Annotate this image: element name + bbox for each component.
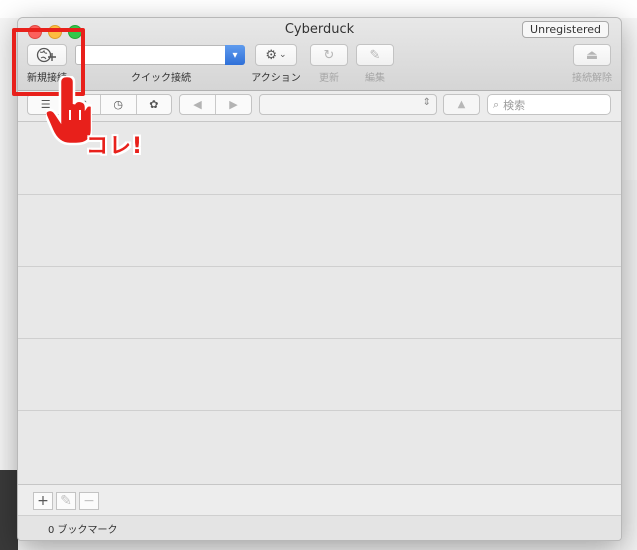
row-divider [18, 410, 621, 411]
plus-icon: + [37, 493, 49, 509]
row-divider [18, 266, 621, 267]
cyberduck-window: Cyberduck Unregistered 新規接続 ▾ クイック接続 ⚙ ⌄ … [17, 17, 622, 541]
status-bar: 0 ブックマーク [18, 515, 621, 540]
gear-icon: ⚙ [265, 47, 278, 63]
edit-bookmark-button[interactable]: ✎ [56, 492, 76, 510]
parent-directory-button[interactable]: ▲ [443, 94, 480, 115]
up-arrow-icon: ▲ [457, 99, 466, 110]
back-arrow-icon: ◀ [193, 98, 202, 111]
pencil-icon: ✎ [369, 47, 381, 63]
disconnect-button[interactable]: ⏏ [573, 44, 611, 66]
chevron-down-icon: ▾ [232, 49, 238, 61]
back-button[interactable]: ◀ [180, 95, 216, 114]
row-divider [18, 194, 621, 195]
bookmark-count: 0 ブックマーク [48, 525, 118, 536]
history-view-button[interactable]: ◷ [101, 95, 137, 114]
background-strip [0, 470, 18, 550]
refresh-button[interactable]: ↻ [310, 44, 348, 66]
bookmark-list[interactable] [18, 122, 621, 484]
clock-icon: ◷ [113, 98, 123, 111]
add-bookmark-button[interactable]: + [33, 492, 53, 510]
chevron-down-icon: ⌄ [279, 50, 287, 60]
search-placeholder: 検索 [503, 98, 526, 112]
row-divider [18, 338, 621, 339]
path-select[interactable]: ⇕ [259, 94, 437, 115]
updown-chevron-icon: ⇕ [422, 97, 431, 108]
refresh-icon: ↻ [323, 47, 335, 63]
background-strip-right [620, 180, 637, 550]
edit-label: 編集 [365, 73, 385, 84]
forward-arrow-icon: ▶ [229, 98, 238, 111]
delete-bookmark-button[interactable]: − [79, 492, 99, 510]
minus-icon: − [83, 493, 95, 509]
disconnect-label: 接続解除 [572, 73, 612, 84]
titlebar: Cyberduck Unregistered 新規接続 ▾ クイック接続 ⚙ ⌄ … [18, 18, 621, 91]
back-forward-control: ◀ ▶ [179, 94, 252, 115]
eject-icon: ⏏ [585, 47, 599, 63]
bonjour-icon: ✿ [149, 98, 159, 111]
forward-button[interactable]: ▶ [216, 95, 251, 114]
quick-connect-label: クイック接続 [131, 73, 191, 84]
action-button[interactable]: ⚙ ⌄ [255, 44, 297, 66]
search-field[interactable]: ⌕ 検索 [487, 94, 611, 115]
callout-label: コレ! [86, 134, 144, 159]
quick-connect-dropdown[interactable]: ▾ [225, 45, 245, 65]
search-icon: ⌕ [493, 97, 500, 111]
edit-button[interactable]: ✎ [356, 44, 394, 66]
unregistered-badge[interactable]: Unregistered [522, 21, 609, 38]
refresh-label: 更新 [319, 73, 339, 84]
bookmark-actions-bar: + ✎ − [18, 484, 621, 515]
quick-connect-input[interactable] [75, 45, 245, 65]
bonjour-view-button[interactable]: ✿ [137, 95, 171, 114]
pencil-icon: ✎ [60, 493, 72, 509]
action-label: アクション [251, 73, 301, 84]
navigation-bar: ☰ ▤ ◷ ✿ ◀ ▶ ⇕ ▲ ⌕ 検索 [18, 91, 621, 122]
